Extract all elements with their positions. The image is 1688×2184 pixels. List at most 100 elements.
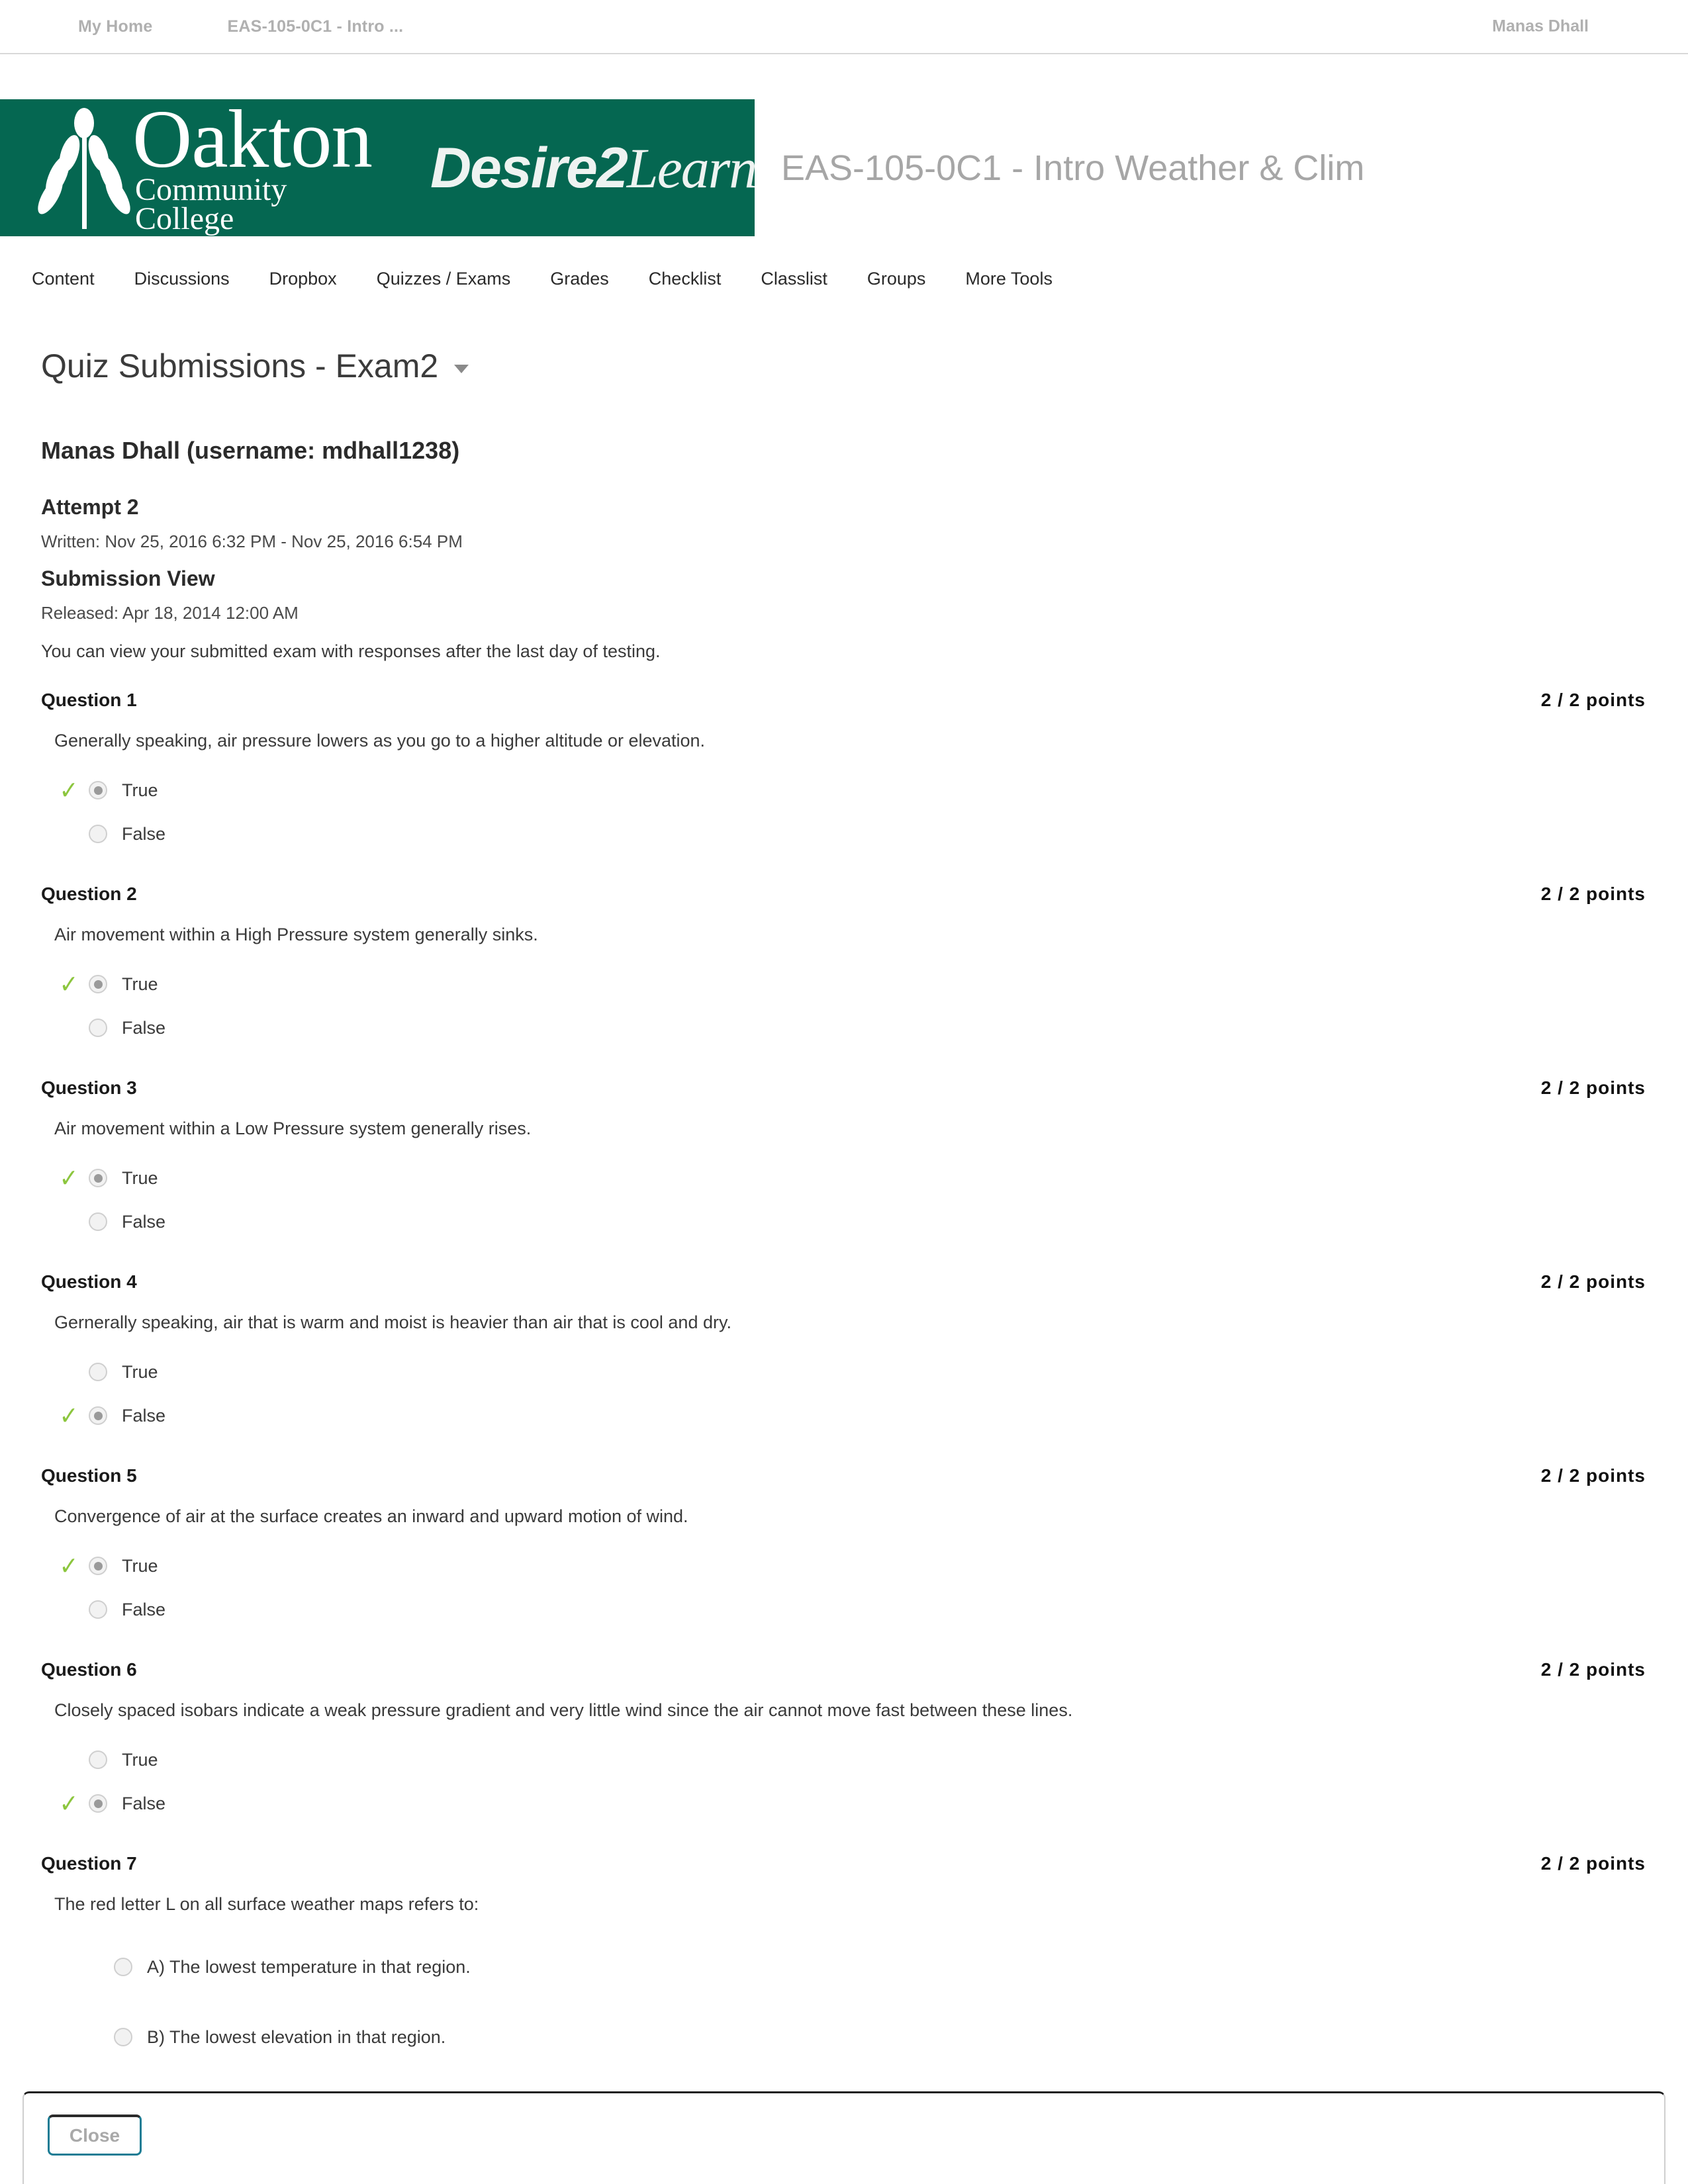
- question-block: Question 1 2 / 2 points Generally speaking…: [41, 690, 1648, 856]
- answer-label: True: [122, 1361, 158, 1382]
- footer-action-panel: Close: [23, 2091, 1665, 2184]
- radio-button-selected[interactable]: [89, 975, 107, 993]
- answer-label: False: [122, 823, 166, 844]
- question-header: Question 3 2 / 2 points: [41, 1077, 1648, 1099]
- question-header: Question 7 2 / 2 points: [41, 1853, 1648, 1874]
- radio-button[interactable]: [89, 1019, 107, 1037]
- radio-button-selected[interactable]: [89, 1406, 107, 1425]
- radio-button[interactable]: [89, 1212, 107, 1231]
- question-text: The red letter L on all surface weather …: [54, 1894, 479, 1914]
- course-banner: Oakton Community College Desire2Learn ® …: [0, 99, 1688, 236]
- question-label: Question 3: [41, 1077, 137, 1098]
- radio-button[interactable]: [114, 2028, 132, 2046]
- answer-row: False: [41, 1006, 1648, 1050]
- question-points: 2 / 2 points: [1540, 690, 1646, 710]
- nav-item-checklist[interactable]: Checklist: [649, 269, 722, 289]
- question-label: Question 5: [41, 1465, 137, 1486]
- question-points: 2 / 2 points: [1540, 884, 1646, 904]
- answer-label: True: [122, 780, 158, 800]
- minibar-links: My Home EAS-105-0C1 - Intro ...: [0, 17, 403, 36]
- question-block: Question 2 2 / 2 points Air movement withi…: [41, 884, 1648, 1050]
- question-points: 2 / 2 points: [1540, 1077, 1646, 1098]
- d2l-two-text: 2: [596, 136, 628, 200]
- radio-button[interactable]: [114, 1958, 132, 1976]
- minibar-user-name[interactable]: Manas Dhall: [1492, 17, 1589, 36]
- radio-button[interactable]: [89, 1751, 107, 1769]
- nav-item-grades[interactable]: Grades: [550, 269, 609, 289]
- question-header: Question 5 2 / 2 points: [41, 1465, 1648, 1486]
- answer-label: True: [122, 1555, 158, 1576]
- answer-label: False: [122, 1599, 166, 1619]
- minibar-my-home-link[interactable]: My Home: [78, 17, 153, 36]
- question-header: Question 4 2 / 2 points: [41, 1271, 1648, 1293]
- answer-options: A) The lowest temperature in that region…: [41, 1932, 1648, 2072]
- answer-row: B) The lowest elevation in that region.: [41, 2002, 1648, 2072]
- question-header: Question 2 2 / 2 points: [41, 884, 1648, 905]
- answer-label: True: [122, 1167, 158, 1188]
- nav-item-more-tools[interactable]: More Tools: [965, 269, 1053, 289]
- course-title: EAS-105-0C1 - Intro Weather & Clim: [781, 148, 1365, 188]
- nav-item-content[interactable]: Content: [32, 269, 95, 289]
- answer-options: ✓ True False: [41, 1156, 1648, 1244]
- question-text: Air movement within a Low Pressure syste…: [54, 1118, 532, 1138]
- submission-view-heading: Submission View: [41, 567, 215, 590]
- answer-row: True: [41, 1350, 1648, 1394]
- attempt-heading: Attempt 2: [41, 495, 139, 519]
- question-block: Question 6 2 / 2 points Closely spaced iso…: [41, 1659, 1648, 1825]
- student-name-heading: Manas Dhall (username: mdhall1238): [41, 437, 460, 464]
- minibar-course-link[interactable]: EAS-105-0C1 - Intro ...: [228, 17, 404, 36]
- answer-options: ✓ True False: [41, 1544, 1648, 1631]
- oakton-d2l-logo[interactable]: Oakton Community College Desire2Learn ®: [0, 99, 755, 236]
- radio-button[interactable]: [89, 1363, 107, 1381]
- answer-options: ✓ True False: [41, 962, 1648, 1050]
- question-text: Gernerally speaking, air that is warm an…: [54, 1312, 731, 1332]
- answer-options: True ✓ False: [41, 1738, 1648, 1825]
- answer-label: True: [122, 1749, 158, 1770]
- answer-row: ✓ True: [41, 1156, 1648, 1200]
- question-points: 2 / 2 points: [1540, 1465, 1646, 1486]
- nav-item-quizzes-exams[interactable]: Quizzes / Exams: [377, 269, 511, 289]
- answer-options: ✓ True False: [41, 768, 1648, 856]
- question-points: 2 / 2 points: [1540, 1853, 1646, 1874]
- answer-row: A) The lowest temperature in that region…: [41, 1932, 1648, 2002]
- nav-item-dropbox[interactable]: Dropbox: [269, 269, 337, 289]
- d2l-desire-text: Desire: [430, 136, 598, 200]
- correct-answer-slot: ✓: [41, 1165, 82, 1191]
- main-content: Quiz Submissions - Exam2 Manas Dhall (us…: [0, 324, 1688, 2072]
- nav-item-classlist[interactable]: Classlist: [761, 269, 827, 289]
- submission-view-message: You can view your submitted exam with re…: [41, 641, 661, 661]
- nav-item-discussions[interactable]: Discussions: [134, 269, 230, 289]
- minibar: My Home EAS-105-0C1 - Intro ... Manas Dh…: [0, 0, 1688, 54]
- question-text: Closely spaced isobars indicate a weak p…: [54, 1700, 1073, 1720]
- oakton-name: Oakton: [132, 99, 373, 185]
- radio-button[interactable]: [89, 1600, 107, 1619]
- answer-row: False: [41, 1588, 1648, 1631]
- question-label: Question 1: [41, 690, 137, 710]
- correct-answer-slot: ✓: [41, 778, 82, 803]
- question-header: Question 6 2 / 2 points: [41, 1659, 1648, 1680]
- correct-answer-slot: ✓: [41, 1791, 82, 1816]
- answer-options: True ✓ False: [41, 1350, 1648, 1437]
- nav-item-groups[interactable]: Groups: [867, 269, 926, 289]
- check-icon: ✓: [59, 1401, 79, 1430]
- oakton-wheat-icon: [33, 107, 135, 229]
- close-button[interactable]: Close: [48, 2115, 142, 2156]
- answer-row: False: [41, 1200, 1648, 1244]
- caret-down-icon[interactable]: [454, 365, 469, 373]
- question-label: Question 6: [41, 1659, 137, 1680]
- written-timestamps: Written: Nov 25, 2016 6:32 PM - Nov 25, …: [41, 531, 463, 551]
- check-icon: ✓: [59, 1789, 79, 1818]
- radio-button-selected[interactable]: [89, 1557, 107, 1575]
- radio-button-selected[interactable]: [89, 1794, 107, 1813]
- d2l-molecule-icon: ®: [752, 131, 755, 205]
- answer-label: True: [122, 974, 158, 994]
- answer-row: True: [41, 1738, 1648, 1782]
- radio-button-selected[interactable]: [89, 1169, 107, 1187]
- check-icon: ✓: [59, 776, 79, 805]
- page-title-row: Quiz Submissions - Exam2: [41, 324, 1648, 407]
- radio-button-selected[interactable]: [89, 781, 107, 799]
- answer-row: ✓ False: [41, 1782, 1648, 1825]
- answer-row: ✓ False: [41, 1394, 1648, 1437]
- radio-button[interactable]: [89, 825, 107, 843]
- answer-label: False: [122, 1017, 166, 1038]
